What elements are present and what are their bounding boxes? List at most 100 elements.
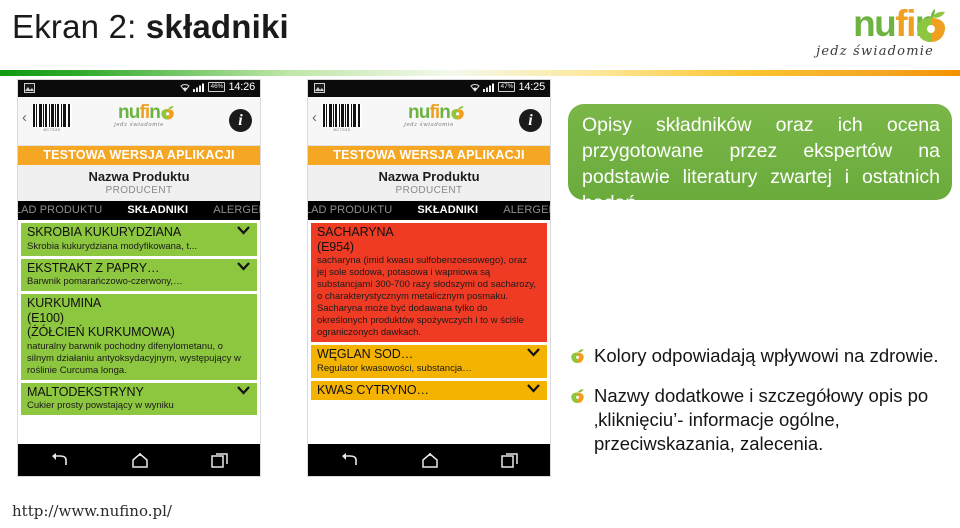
signal-icon xyxy=(193,83,205,92)
ingredient-list[interactable]: SKROBIA KUKURYDZIANA Skrobia kukurydzian… xyxy=(18,220,260,467)
barcode-number: 8C7535 xyxy=(43,127,61,132)
slide-root: Ekran 2: składniki nufin jedz świadomie xyxy=(0,0,960,528)
app-logo-nu: nu xyxy=(408,102,430,123)
info-icon[interactable]: i xyxy=(229,109,252,132)
tab-sklad-produktu[interactable]: SKŁAD PRODUKTU xyxy=(308,204,392,216)
ingredient-title: SACHARYNA (E954) xyxy=(317,225,394,254)
signal-icon xyxy=(483,83,495,92)
ingredient-desc: sacharyna (imid kwasu sulfobenzoesowego)… xyxy=(317,255,536,338)
page-title: Ekran 2: składniki xyxy=(12,8,289,46)
battery-level: 46% xyxy=(208,82,226,92)
barcode-icon[interactable] xyxy=(322,104,362,127)
list-item[interactable]: KWAS CYTRYNO… xyxy=(311,380,547,400)
product-block: Nazwa Produktu PRODUCENT xyxy=(18,165,260,201)
product-name: Nazwa Produktu xyxy=(378,169,480,184)
list-item[interactable]: MALTODEKSTRYNY Cukier prosty powstający … xyxy=(21,382,257,415)
android-status-bar: 47% 14:25 xyxy=(308,80,550,97)
bullet-list: Kolory odpowiadają wpływowi na zdrowie. … xyxy=(568,344,958,472)
app-header-tagline: jedz świadomie xyxy=(114,122,164,128)
callout-box: Opisy składników oraz ich ocena przygoto… xyxy=(568,104,952,214)
ingredient-desc: Barwnik pomarańczowo-czerwony,… xyxy=(27,276,183,287)
wifi-icon xyxy=(470,83,481,92)
back-icon[interactable] xyxy=(49,452,69,468)
status-clock: 14:25 xyxy=(518,81,545,93)
tab-sklad-produktu[interactable]: SKŁAD PRODUKTU xyxy=(18,204,102,216)
app-header-wordmark: nufin xyxy=(404,102,464,123)
brand-logo-nu: nu xyxy=(853,3,897,44)
tab-bar: SKŁAD PRODUKTU SKŁADNIKI ALERGENY xyxy=(308,201,550,220)
app-header-logo: nufin jedz świadomie xyxy=(114,102,174,128)
android-nav-bar xyxy=(18,444,260,476)
ingredient-title: EKSTRAKT Z PAPRY… xyxy=(27,260,160,275)
home-icon[interactable] xyxy=(421,452,439,469)
list-item[interactable]: WĘGLAN SOD… Regulator kwasowości, substa… xyxy=(311,345,547,378)
app-logo-n: n xyxy=(439,102,451,123)
gradient-divider xyxy=(0,70,960,76)
app-logo-nu: nu xyxy=(118,102,140,123)
android-nav-bar xyxy=(308,444,550,476)
image-icon xyxy=(314,83,325,93)
chevron-down-icon[interactable] xyxy=(237,385,250,395)
ingredient-list[interactable]: SACHARYNA (E954) sacharyna (imid kwasu s… xyxy=(308,220,550,467)
info-icon[interactable]: i xyxy=(519,109,542,132)
ingredient-title: WĘGLAN SOD… xyxy=(317,347,414,361)
apple-leaf-icon xyxy=(161,106,174,120)
status-clock: 14:26 xyxy=(228,81,255,93)
product-name: Nazwa Produktu xyxy=(88,169,190,184)
ingredient-desc: Skrobia kukurydziana modyfikowana, t... xyxy=(27,240,198,252)
test-version-banner: TESTOWA WERSJA APLIKACJI xyxy=(18,146,260,165)
list-item[interactable]: EKSTRAKT Z PAPRY… Barwnik pomarańczowo-c… xyxy=(21,258,257,291)
chevron-down-icon[interactable] xyxy=(527,348,540,357)
app-logo-fi: fi xyxy=(139,102,150,123)
tab-alergeny[interactable]: ALERGENY xyxy=(503,204,550,216)
tab-alergeny[interactable]: ALERGENY xyxy=(213,204,260,216)
back-icon[interactable] xyxy=(339,452,359,468)
ingredient-desc: Regulator kwasowości, substancja… xyxy=(317,362,472,374)
app-logo-n: n xyxy=(149,102,161,123)
list-item[interactable]: SACHARYNA (E954) sacharyna (imid kwasu s… xyxy=(311,223,547,342)
home-icon[interactable] xyxy=(131,452,149,469)
tab-skladniki[interactable]: SKŁADNIKI xyxy=(417,204,478,216)
bullet-text: Nazwy dodatkowe i szczegółowy opis po ‚k… xyxy=(594,385,929,454)
chevron-down-icon[interactable] xyxy=(527,383,540,393)
page-title-plain: Ekran 2: xyxy=(12,8,146,45)
product-block: Nazwa Produktu PRODUCENT xyxy=(308,165,550,201)
recents-icon[interactable] xyxy=(211,452,229,468)
apple-leaf-icon xyxy=(917,9,945,42)
phone-mockup-right: 47% 14:25 ‹ 8C7535 nufin jedz świadomie … xyxy=(308,80,550,476)
page-title-bold: składniki xyxy=(145,8,289,45)
brand-tagline: jedz świadomie xyxy=(816,44,934,59)
test-version-banner: TESTOWA WERSJA APLIKACJI xyxy=(308,146,550,165)
tab-skladniki[interactable]: SKŁADNIKI xyxy=(127,204,188,216)
callout-text: Opisy składników oraz ich ocena przygoto… xyxy=(582,114,940,214)
apple-leaf-icon xyxy=(451,106,464,120)
bullet-text: Kolory odpowiadają wpływowi na zdrowie. xyxy=(594,345,939,366)
back-chevron-icon[interactable]: ‹ xyxy=(22,110,27,125)
image-icon xyxy=(24,83,35,93)
back-chevron-icon[interactable]: ‹ xyxy=(312,110,317,125)
recents-icon[interactable] xyxy=(501,452,519,468)
app-header-tagline: jedz świadomie xyxy=(404,122,454,128)
ingredient-title: KWAS CYTRYNO… xyxy=(317,382,429,397)
status-indicators: 47% 14:25 xyxy=(470,81,545,93)
footer-url[interactable]: http://www.nufino.pl/ xyxy=(12,502,172,520)
product-producer: PRODUCENT xyxy=(105,185,173,196)
apple-leaf-icon xyxy=(571,349,584,364)
list-item[interactable]: KURKUMINA (E100) (ŻÓŁCIEŃ KURKUMOWA) nat… xyxy=(21,294,257,380)
barcode-number: 8C7535 xyxy=(333,127,351,132)
ingredient-title: KURKUMINA (E100) (ŻÓŁCIEŃ KURKUMOWA) xyxy=(27,296,175,339)
app-header: ‹ 8C7535 nufin jedz świadomie i xyxy=(18,97,260,146)
android-status-bar: 46% 14:26 xyxy=(18,80,260,97)
wifi-icon xyxy=(180,83,191,92)
brand-logo-fi: fi xyxy=(895,3,916,44)
chevron-down-icon[interactable] xyxy=(237,226,250,235)
list-item[interactable]: SKROBIA KUKURYDZIANA Skrobia kukurydzian… xyxy=(21,223,257,256)
barcode-icon[interactable] xyxy=(32,104,72,127)
chevron-down-icon[interactable] xyxy=(237,261,250,271)
app-header-logo: nufin jedz świadomie xyxy=(404,102,464,128)
ingredient-title: MALTODEKSTRYNY xyxy=(27,384,144,399)
list-item: Nazwy dodatkowe i szczegółowy opis po ‚k… xyxy=(568,384,958,456)
ingredient-title: SKROBIA KUKURYDZIANA xyxy=(27,225,182,239)
app-header-wordmark: nufin xyxy=(114,102,174,123)
ingredient-desc: Cukier prosty powstający w wyniku xyxy=(27,400,174,411)
